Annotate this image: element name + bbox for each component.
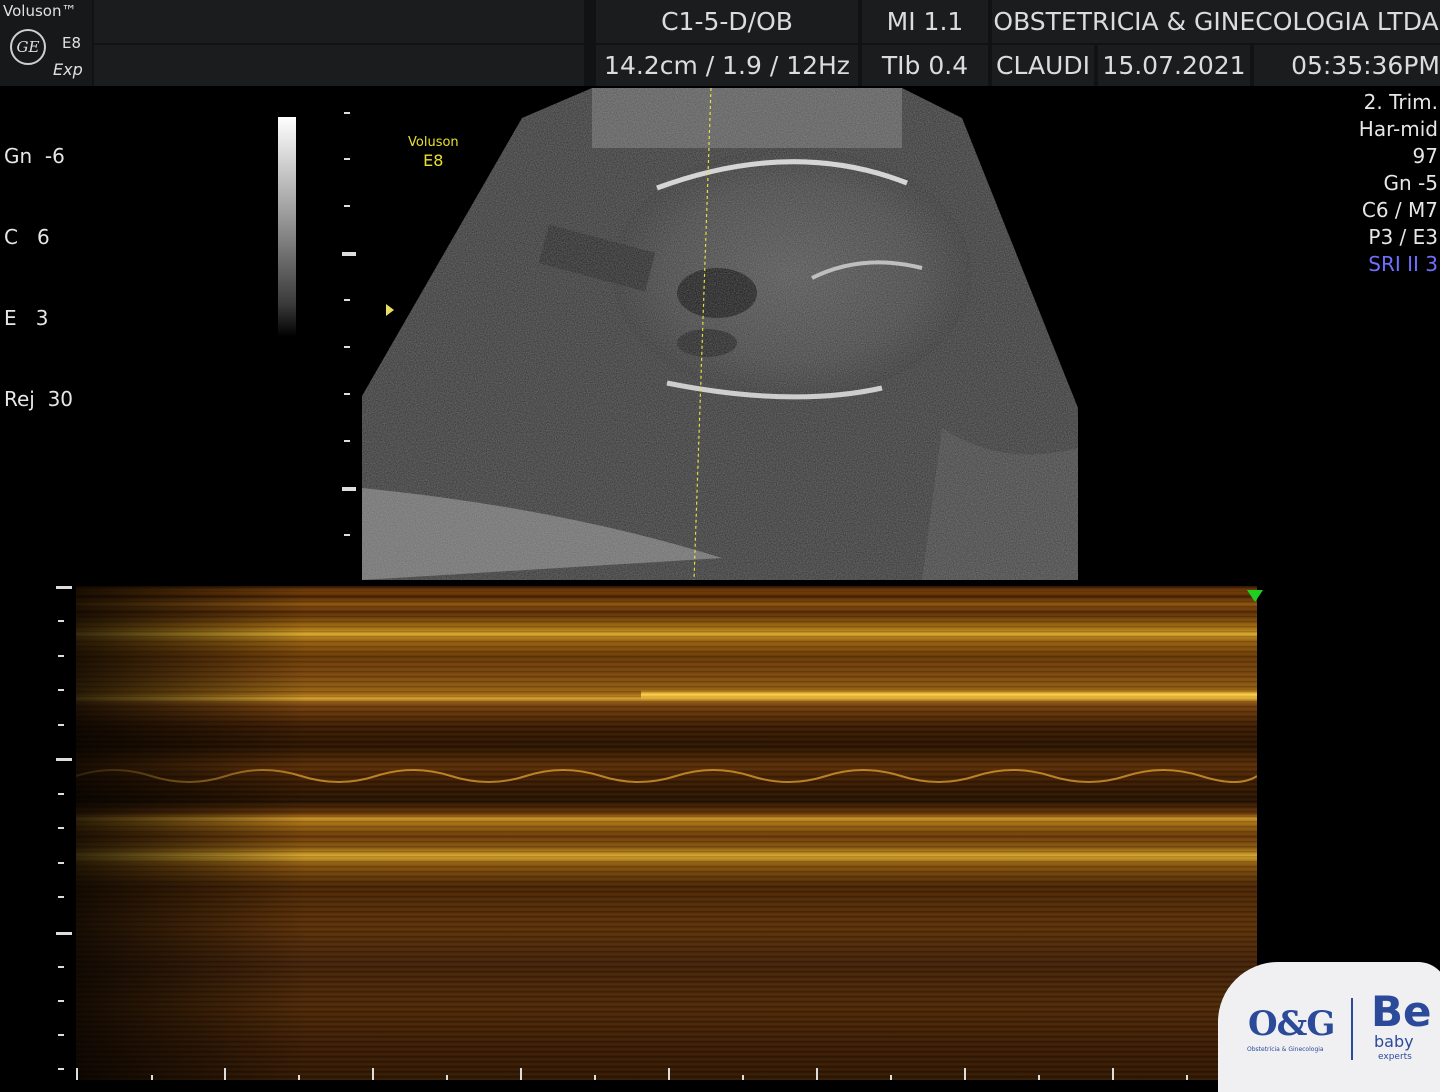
brand-block: Voluson™ GE E8 Exp [0,0,92,86]
param-gain-right: Gn -5 [1383,171,1438,195]
model-label: E8 [62,34,82,52]
experts-logo-text: experts [1378,1052,1412,1062]
og-logo-text: O&G [1248,1004,1335,1044]
operator-name: CLAUDI [992,45,1094,86]
sweep-position-marker-icon [1247,590,1263,602]
param-compound: C 6 [4,225,50,249]
mmode-left-fade [76,586,306,1080]
exam-time: 05:35:36PM [1254,45,1440,86]
tib-value: TIb 0.4 [862,45,988,86]
time-axis [76,1068,1257,1080]
param-trimester: 2. Trim. [1363,90,1438,114]
param-reject: Rej 30 [4,387,74,411]
param-gain: Gn -6 [4,144,65,168]
brand-name: Voluson™ [3,2,77,20]
mi-value: MI 1.1 [862,0,988,43]
right-parameters: 2. Trim. Har-mid 97 Gn -5 C6 / M7 P3 / E… [1359,89,1438,278]
exam-date: 15.07.2021 [1098,45,1250,86]
variant-label: Exp [53,60,83,79]
param-map: C6 / M7 [1361,198,1438,222]
be-logo-text: Be [1371,987,1432,1036]
header-blank-bottom [94,45,584,86]
param-sri: SRI II 3 [1368,252,1438,276]
left-parameters: Gn -6 C 6 E 3 Rej 30 [4,89,73,440]
baby-logo-text: baby [1374,1032,1414,1051]
probe-label: C1-5-D/OB [596,0,858,43]
ge-logo-icon: GE [10,29,46,65]
grayscale-bar [278,117,296,337]
param-power: 97 [1412,144,1438,168]
param-persistence: P3 / E3 [1368,225,1438,249]
depth-scale-bottom [54,584,76,1080]
header-bar: Voluson™ GE E8 Exp C1-5-D/OB MI 1.1 OBST… [0,0,1440,86]
param-harmonic: Har-mid [1358,117,1438,141]
header-blank-top [94,0,584,43]
institution-name: OBSTETRICIA & GINECOLOGIA LTDA [992,0,1440,43]
mmode-bright-echo [641,690,1257,700]
depth-scale-top [338,100,362,560]
param-enhance: E 3 [4,306,49,330]
bmode-ultrasound-image [362,88,1078,580]
mmode-trace [76,586,1257,1080]
og-logo-subtitle: Obstetrícia & Ginecologia [1247,1046,1324,1053]
logo-divider [1351,998,1353,1060]
clinic-logo: O&G Obstetrícia & Ginecologia Be baby ex… [1218,962,1440,1092]
depth-frequency: 14.2cm / 1.9 / 12Hz [596,45,858,86]
